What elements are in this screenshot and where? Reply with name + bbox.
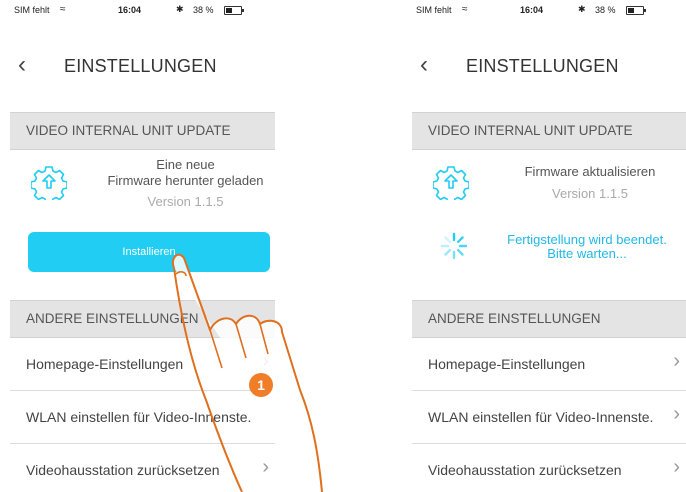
battery-percent: 38 % [193, 5, 214, 15]
firmware-message: Eine neue Firmware herunter geladen [98, 157, 273, 189]
page-title: EINSTELLUNGEN [466, 56, 619, 76]
battery-icon [626, 6, 646, 15]
chevron-right-icon: › [673, 403, 680, 425]
firmware-message: Firmware aktualisieren [500, 164, 680, 180]
nav-bar: ‹ EINSTELLUNGEN [10, 40, 275, 96]
finishing-status: Fertigstellung wird beendet. Bitte warte… [490, 233, 684, 261]
list-item-wlan[interactable]: WLAN einstellen für Video-Innenste. › [412, 391, 686, 444]
clock: 16:04 [520, 5, 544, 15]
chevron-right-icon: › [673, 350, 680, 372]
carrier-text: SIM fehlt [14, 5, 50, 15]
list-item-label: Videohausstation zurücksetzen [428, 462, 622, 478]
status-bar: SIM fehlt ≈ 16:04 ✱ 38 % [412, 0, 686, 20]
firmware-line-1: Eine neue [156, 157, 215, 172]
version-text: Version 1.1.5 [552, 186, 628, 201]
nav-bar: ‹ EINSTELLUNGEN [412, 40, 686, 96]
bluetooth-icon: ✱ [578, 4, 586, 14]
wifi-icon: ≈ [60, 4, 66, 15]
back-chevron-icon[interactable]: ‹ [18, 50, 26, 80]
status-bar: SIM fehlt ≈ 16:04 ✱ 38 % [10, 0, 275, 20]
firmware-gear-icon [31, 166, 67, 200]
battery-percent: 38 % [595, 5, 616, 15]
page-title: EINSTELLUNGEN [64, 56, 217, 76]
list-item-reset[interactable]: Videohausstation zurücksetzen › [412, 444, 686, 492]
phone-screen-after: SIM fehlt ≈ 16:04 ✱ 38 % ‹ EINSTELLUNGEN… [412, 0, 686, 492]
back-chevron-icon[interactable]: ‹ [420, 50, 428, 80]
section-title: VIDEO INTERNAL UNIT UPDATE [26, 123, 231, 138]
list-item-label: WLAN einstellen für Video-Innenste. [428, 409, 654, 425]
step-number-badge: 1 [249, 373, 273, 397]
carrier-text: SIM fehlt [416, 5, 452, 15]
list-item-homepage[interactable]: Homepage-Einstellungen › [412, 338, 686, 391]
section-header-update: VIDEO INTERNAL UNIT UPDATE [10, 112, 275, 150]
firmware-line-2: Firmware herunter geladen [107, 173, 264, 188]
section-title: ANDERE EINSTELLUNGEN [428, 311, 601, 326]
version-text: Version 1.1.5 [147, 194, 224, 209]
section-header-other: ANDERE EINSTELLUNGEN [412, 300, 686, 338]
loading-spinner-icon [440, 232, 468, 260]
list-item-label: Homepage-Einstellungen [428, 356, 586, 372]
clock: 16:04 [118, 5, 142, 15]
bluetooth-icon: ✱ [176, 4, 184, 14]
finishing-line-2: Bitte warten... [547, 246, 627, 261]
firmware-line-1: Firmware aktualisieren [524, 164, 656, 179]
finishing-line-1: Fertigstellung wird beendet. [507, 232, 667, 247]
chevron-right-icon: › [673, 456, 680, 478]
firmware-gear-icon [433, 166, 469, 200]
wifi-icon: ≈ [462, 4, 468, 15]
battery-icon [224, 6, 244, 15]
section-header-update: VIDEO INTERNAL UNIT UPDATE [412, 112, 686, 150]
tapping-hand-icon [172, 253, 323, 492]
section-title: VIDEO INTERNAL UNIT UPDATE [428, 123, 633, 138]
